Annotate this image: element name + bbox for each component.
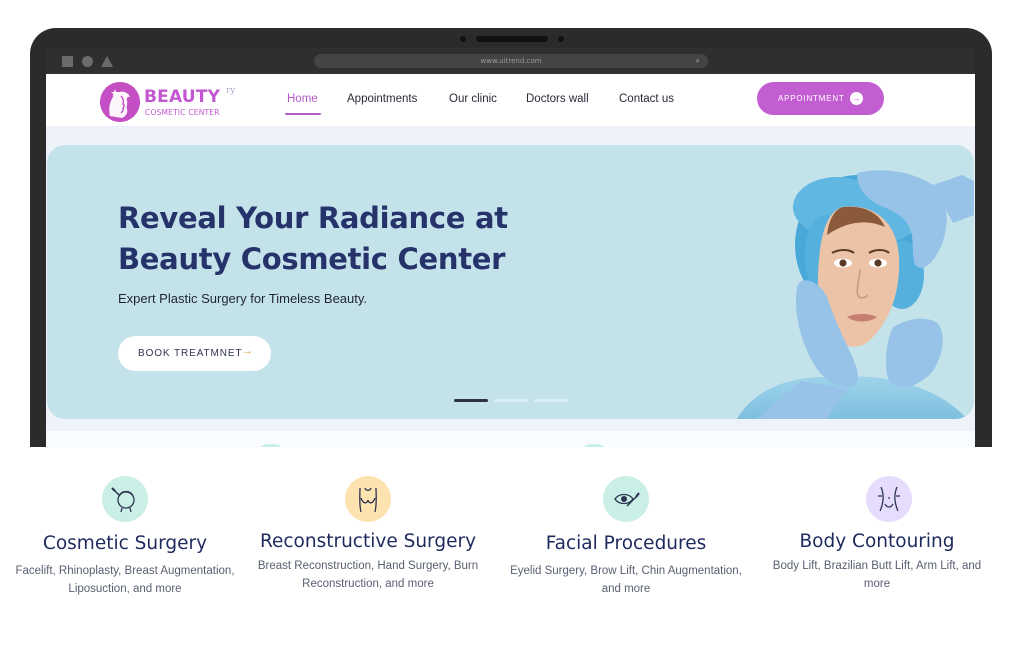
eye-scalpel-icon <box>603 476 649 522</box>
nav-our-clinic[interactable]: Our clinic <box>449 93 497 105</box>
hero-portrait-image <box>737 170 974 419</box>
slider-dot[interactable] <box>494 399 528 402</box>
torso-icon <box>345 476 391 522</box>
address-bar[interactable]: www.uitrend.com ⌕ <box>314 54 708 68</box>
service-title: Body Contouring <box>799 531 955 552</box>
arrow-right-icon: → <box>242 345 254 357</box>
service-card-facial-procedures[interactable]: Facial Procedures Eyelid Surgery, Brow L… <box>501 447 751 651</box>
circle-window-icon[interactable] <box>82 56 93 67</box>
face-injection-icon <box>102 476 148 522</box>
camera-slot <box>476 36 548 42</box>
service-card-reconstructive-surgery[interactable]: Reconstructive Surgery Breast Reconstruc… <box>243 447 493 651</box>
nav-contact-us[interactable]: Contact us <box>619 93 674 105</box>
appointment-button[interactable]: APPOINTMENT → <box>757 82 884 115</box>
nav-doctors-wall[interactable]: Doctors wall <box>526 93 589 105</box>
brand-tagline: COSMETIC CENTER <box>145 108 220 117</box>
slider-dot[interactable] <box>534 399 568 402</box>
waist-icon <box>866 476 912 522</box>
service-title: Reconstructive Surgery <box>259 531 477 552</box>
hero-subtitle: Expert Plastic Surgery for Timeless Beau… <box>118 291 368 306</box>
faded-brand-text: ry <box>226 86 236 96</box>
camera-dot <box>558 36 564 42</box>
service-description: Breast Reconstruction, Hand Surgery, Bur… <box>257 560 479 590</box>
triangle-window-icon[interactable] <box>101 56 113 67</box>
appointment-button-label: APPOINTMENT <box>778 94 845 103</box>
logo-face-icon <box>100 82 140 122</box>
search-icon[interactable]: ⌕ <box>696 54 700 68</box>
service-title: Facial Procedures <box>545 533 707 554</box>
square-window-icon[interactable] <box>62 56 73 67</box>
laptop-camera <box>460 36 564 42</box>
service-card-body-contouring[interactable]: Body Contouring Body Lift, Brazilian But… <box>752 447 1002 651</box>
stage: www.uitrend.com ⌕ BEAUTY COSMETIC CENTER… <box>0 0 1024 651</box>
hero-title: Reveal Your Radiance at Beauty Cosmetic … <box>118 201 508 276</box>
arrow-right-circle-icon: → <box>850 92 863 105</box>
slider-dot-active[interactable] <box>454 399 488 402</box>
service-card-cosmetic-surgery[interactable]: Cosmetic Surgery Facelift, Rhinoplasty, … <box>0 447 250 651</box>
brand-logo[interactable]: BEAUTY COSMETIC CENTER <box>100 82 230 122</box>
browser-toolbar: www.uitrend.com ⌕ <box>46 48 975 74</box>
book-treatment-button[interactable]: BOOK TREATMNET → <box>118 336 271 371</box>
brand-name: BEAUTY <box>144 87 221 107</box>
service-title: Cosmetic Surgery <box>42 533 208 554</box>
nav-active-indicator <box>285 113 321 115</box>
services-section: Cosmetic Surgery Facelift, Rhinoplasty, … <box>0 447 1024 651</box>
nav-appointments[interactable]: Appointments <box>347 93 417 105</box>
url-text: www.uitrend.com <box>480 57 542 65</box>
service-description: Facelift, Rhinoplasty, Breast Augmentati… <box>15 565 235 595</box>
laptop-screen: www.uitrend.com ⌕ BEAUTY COSMETIC CENTER… <box>46 48 975 468</box>
service-description: Body Lift, Brazilian Butt Lift, Arm Lift… <box>772 560 982 590</box>
slider-dots <box>454 399 574 402</box>
service-description: Eyelid Surgery, Brow Lift, Chin Augmenta… <box>510 565 742 595</box>
nav-home[interactable]: Home <box>287 93 318 105</box>
site-header: BEAUTY COSMETIC CENTER ry Home Appointme… <box>46 74 975 126</box>
book-treatment-label: BOOK TREATMNET <box>138 348 243 359</box>
hero-banner: Reveal Your Radiance at Beauty Cosmetic … <box>47 145 974 419</box>
camera-dot <box>460 36 466 42</box>
